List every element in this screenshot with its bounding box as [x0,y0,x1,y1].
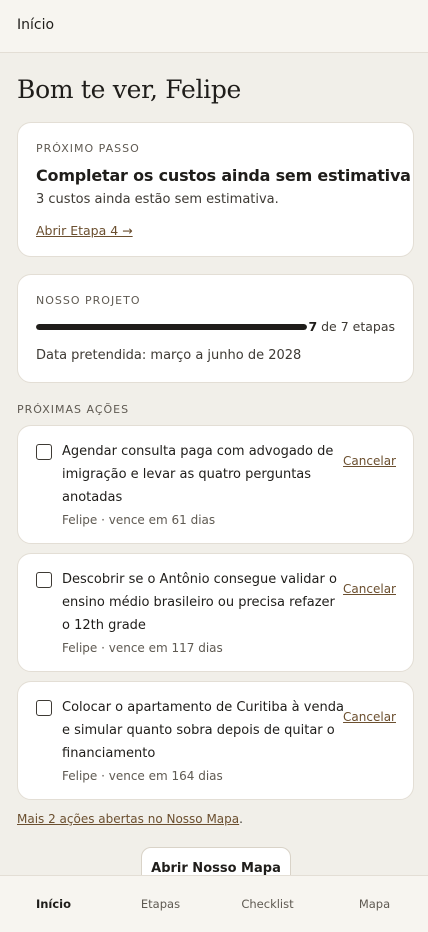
main-content: Bom te ver, Felipe PRÓXIMO PASSO Complet… [0,53,428,875]
cancel-action-link[interactable]: Cancelar [343,454,396,468]
progress-current: 7 [308,319,318,334]
action-checkbox[interactable] [36,700,52,716]
progress-count: 7 de 7 etapas [308,319,395,334]
greeting-heading: Bom te ver, Felipe [17,75,242,104]
cancel-action-link[interactable]: Cancelar [343,710,396,724]
cancel-action-link[interactable]: Cancelar [343,582,396,596]
next-step-subtitle: 3 custos ainda estão sem estimativa. [36,192,279,207]
bottom-nav: Início Etapas Checklist Mapa [0,875,428,932]
action-text: Descobrir se o Antônio consegue validar … [62,572,337,633]
action-meta: Felipe · vence em 164 dias [62,769,223,783]
more-actions-suffix: . [239,812,243,826]
project-card: NOSSO PROJETO 7 de 7 etapas Data pretend… [17,274,414,383]
nav-item-etapas[interactable]: Etapas [107,897,214,911]
open-stage-link[interactable]: Abrir Etapa 4 → [36,223,133,238]
next-step-card: PRÓXIMO PASSO Completar os custos ainda … [17,122,414,257]
action-item: Agendar consulta paga com advogado de im… [17,425,414,544]
nav-item-checklist[interactable]: Checklist [214,897,321,911]
action-text: Agendar consulta paga com advogado de im… [62,444,334,505]
project-progress-fill [36,324,307,330]
top-bar: Início [0,0,428,53]
action-text: Colocar o apartamento de Curitiba à vend… [62,700,344,761]
nav-item-inicio[interactable]: Início [0,897,107,911]
open-map-button[interactable]: Abrir Nosso Mapa [141,847,291,875]
action-checkbox[interactable] [36,444,52,460]
action-meta: Felipe · vence em 117 dias [62,641,223,655]
nav-item-mapa[interactable]: Mapa [321,897,428,911]
more-actions-line: Mais 2 ações abertas no Nosso Mapa. [17,812,243,826]
target-date: Data pretendida: março a junho de 2028 [36,348,302,363]
next-step-eyebrow: PRÓXIMO PASSO [36,142,140,155]
action-checkbox[interactable] [36,572,52,588]
project-eyebrow: NOSSO PROJETO [36,294,141,307]
next-actions-heading: PRÓXIMAS AÇÕES [17,403,130,416]
next-step-title: Completar os custos ainda sem estimativa [36,166,411,185]
action-meta: Felipe · vence em 61 dias [62,513,216,527]
page-title: Início [17,17,55,33]
more-actions-link[interactable]: Mais 2 ações abertas no Nosso Mapa [17,812,239,826]
action-item: Colocar o apartamento de Curitiba à vend… [17,681,414,800]
action-item: Descobrir se o Antônio consegue validar … [17,553,414,672]
project-progress-bar [36,324,307,330]
progress-suffix: de 7 etapas [317,319,395,334]
